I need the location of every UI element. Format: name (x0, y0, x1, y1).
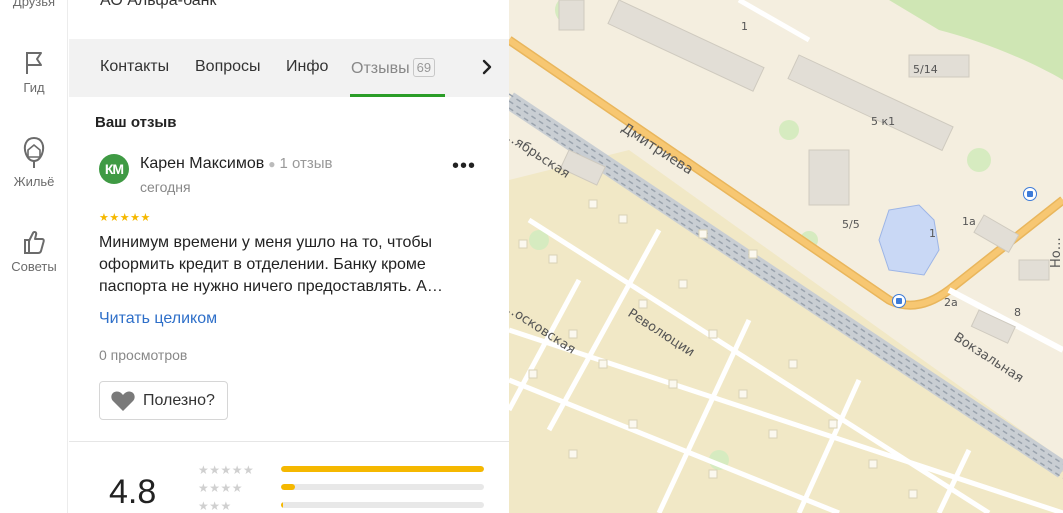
rail-item-friends[interactable]: Друзья (0, 0, 68, 9)
chevron-right-icon[interactable] (477, 57, 497, 77)
read-more-link[interactable]: Читать целиком (99, 310, 217, 328)
org-panel: АО Альфа-банк Контакты Вопросы Инфо Отзы… (69, 0, 509, 513)
distribution-stars: ★★★★★ (198, 463, 255, 477)
map-house-number: 1 (929, 227, 936, 240)
thumbs-up-icon (24, 230, 45, 254)
rail-item-label: Советы (11, 259, 57, 274)
flag-icon (26, 52, 42, 74)
rail-item-label: Жильё (13, 174, 55, 189)
bus-stop-icon[interactable] (1023, 187, 1037, 201)
review-author: Карен Максимов ● 1 отзыв (140, 155, 333, 173)
rail-item-tips[interactable]: Советы (0, 229, 68, 274)
tab-contacts[interactable]: Контакты (100, 58, 169, 76)
more-options-icon[interactable]: ••• (452, 156, 476, 176)
views-count: 0 просмотров (99, 347, 188, 363)
map-house-number: 5 к1 (871, 115, 896, 128)
distribution-bar (281, 502, 484, 508)
distribution-bar-fill (281, 502, 284, 508)
map-green-patch (779, 120, 799, 140)
author-review-count: 1 отзыв (279, 155, 333, 172)
distribution-bar (281, 466, 484, 472)
map-house-number: 5/14 (913, 63, 938, 76)
heart-icon (111, 391, 135, 411)
map-house-number: 2а (944, 296, 958, 309)
review-text: Минимум времени у меня ушло на то, чтобы… (99, 234, 443, 295)
rail-item-label: Друзья (12, 0, 56, 9)
org-header: АО Альфа-банк (69, 0, 509, 30)
tab-questions[interactable]: Вопросы (195, 58, 261, 76)
map-canvas (509, 0, 1063, 513)
avatar[interactable]: КМ (99, 154, 129, 184)
author-name[interactable]: Карен Максимов (140, 155, 264, 172)
bus-stop-icon[interactable] (892, 294, 906, 308)
map-minor-street (737, 0, 811, 43)
helpful-button[interactable]: Полезно? (99, 381, 228, 420)
map-green-patch (967, 148, 991, 172)
org-name: АО Альфа-банк (100, 0, 217, 9)
tab-reviews[interactable]: Отзывы 69 (351, 58, 436, 78)
distribution-bar-fill (281, 466, 484, 472)
your-review-title: Ваш отзыв (95, 114, 177, 131)
rail-item-label: Гид (23, 80, 45, 95)
active-tab-indicator (350, 94, 445, 97)
reviews-count-badge: 69 (412, 58, 436, 77)
distribution-stars: ★★★ (198, 499, 232, 513)
map[interactable]: Дмитриева Революции Вокзальная …ябрьская… (509, 0, 1063, 513)
distribution-bar-fill (281, 484, 296, 490)
distribution-stars: ★★★★ (198, 481, 244, 495)
separator-dot: ● (268, 157, 276, 171)
house-icon (23, 136, 45, 168)
map-street-label: Но… (1049, 237, 1063, 268)
review-stars: ★★★★★ (99, 212, 151, 224)
map-house-number: 8 (1014, 306, 1021, 319)
map-house-number: 1а (962, 215, 976, 228)
helpful-label: Полезно? (143, 392, 215, 409)
map-building-highlight (878, 204, 940, 276)
left-rail: Друзья Гид Жильё Советы (0, 0, 68, 513)
review-date: сегодня (140, 179, 191, 195)
divider (69, 441, 509, 442)
tab-bar: Контакты Вопросы Инфо Отзывы 69 (69, 39, 509, 97)
tab-info[interactable]: Инфо (286, 58, 328, 76)
map-house-number: 5/5 (842, 218, 860, 231)
rail-item-guide[interactable]: Гид (0, 50, 68, 95)
tab-reviews-label: Отзывы (351, 60, 410, 77)
rail-item-housing[interactable]: Жильё (0, 136, 68, 189)
distribution-bar (281, 484, 484, 490)
map-house-number: 1 (741, 20, 748, 33)
overall-rating: 4.8 (109, 473, 157, 511)
